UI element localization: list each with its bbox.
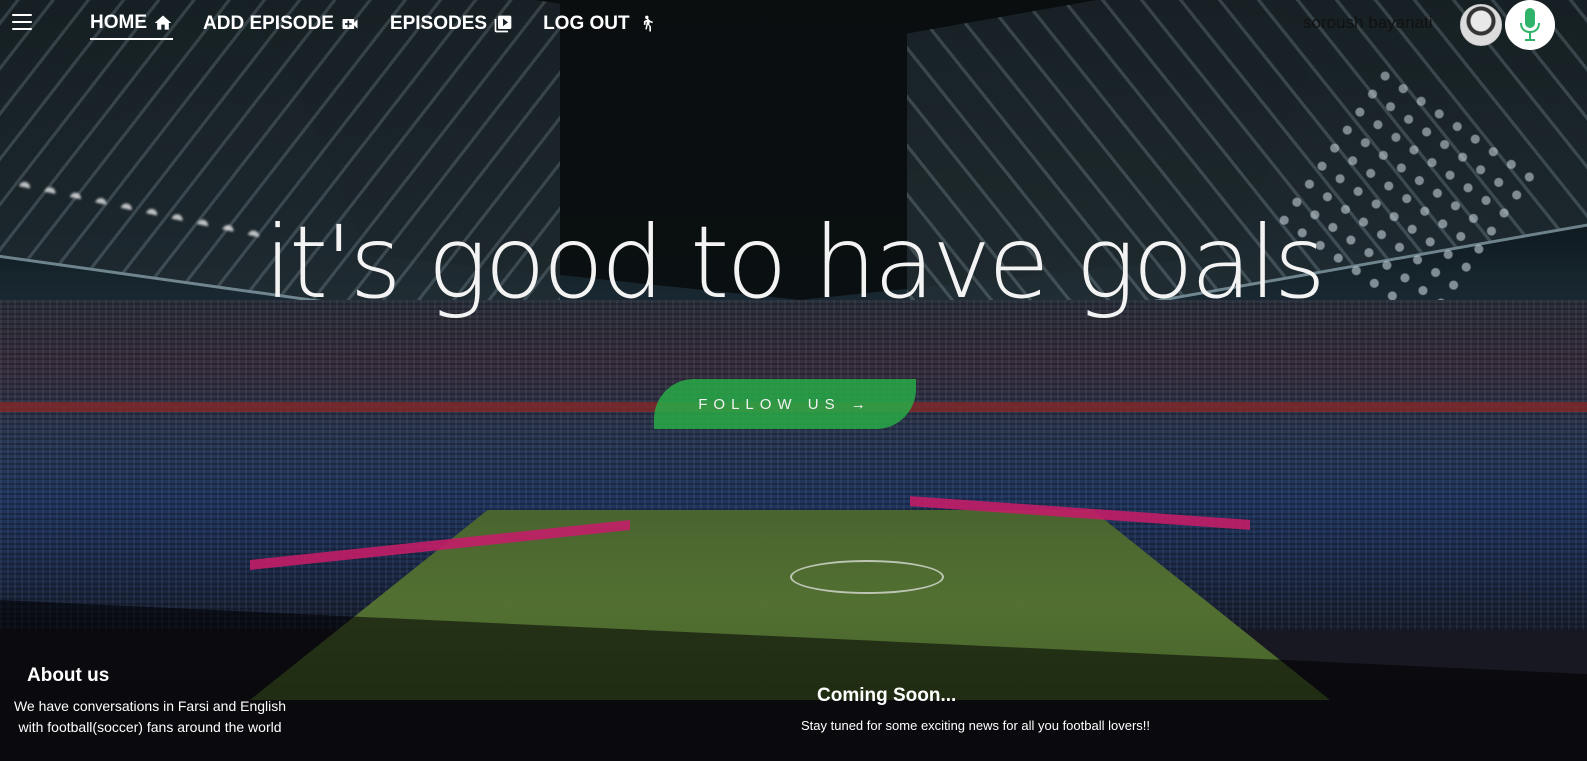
about-text: We have conversations in Farsi and Engli… <box>13 698 287 735</box>
coming-soon-title: Coming Soon... <box>817 685 957 706</box>
avatar[interactable] <box>1460 4 1502 46</box>
nav-add-episode-label: ADD EPISODE <box>203 13 334 34</box>
about-title: About us <box>27 665 110 686</box>
username: soroush bayanati <box>1303 13 1433 32</box>
home-icon <box>153 13 173 33</box>
nav-logout-label: LOG OUT <box>543 13 630 34</box>
nav-logout[interactable]: LOG OUT <box>543 12 656 40</box>
microphone-icon[interactable] <box>1505 0 1555 50</box>
nav-links: HOME ADD EPISODE EPISODES LOG OUT <box>90 12 656 40</box>
person-walking-icon <box>636 14 656 34</box>
hero-title: it's good to have goals <box>264 204 1326 321</box>
follow-us-button[interactable]: FOLLOW US → <box>654 379 916 429</box>
nav-add-episode[interactable]: ADD EPISODE <box>203 12 360 40</box>
top-navbar: HOME ADD EPISODE EPISODES LOG OUT sorous… <box>0 0 1587 50</box>
hamburger-menu-icon[interactable] <box>12 14 32 30</box>
nav-home-label: HOME <box>90 12 147 33</box>
nav-episodes[interactable]: EPISODES <box>390 12 513 40</box>
playlist-play-icon <box>493 14 513 34</box>
coming-soon-text: Stay tuned for some exciting news for al… <box>801 718 1151 733</box>
nav-episodes-label: EPISODES <box>389 13 488 34</box>
video-add-icon <box>340 14 360 34</box>
nav-home[interactable]: HOME <box>90 12 173 40</box>
